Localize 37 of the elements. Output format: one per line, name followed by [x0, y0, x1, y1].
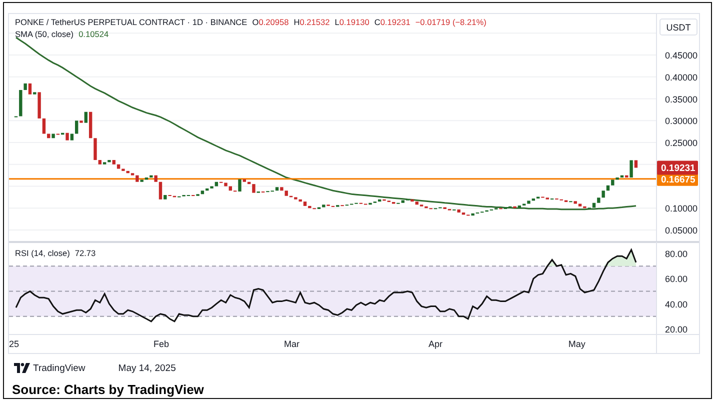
ohlc-value: 0.20958: [258, 17, 289, 27]
axis-label: 0.30000: [665, 116, 698, 126]
axis-label: 0.35000: [665, 94, 698, 104]
axis-label: Feb: [154, 339, 169, 349]
axis-label: 0.40000: [665, 72, 698, 82]
symbol-title: PONKE / TetherUS PERPETUAL CONTRACT · 1D · BINANCE: [15, 17, 248, 27]
axis-label: Mar: [284, 339, 300, 349]
ohlc-label: L: [334, 17, 340, 27]
snapshot-date: May 14, 2025: [118, 362, 176, 374]
brand-name: TradingView: [33, 362, 86, 374]
indicator-title: SMA (50, close): [15, 29, 74, 39]
ohlc-label: C: [374, 17, 380, 27]
source-caption: Source: Charts by TradingView: [11, 381, 205, 397]
ohlc-value: 0.19130: [339, 17, 370, 27]
price-change: −0.01719 (−8.21%): [415, 17, 486, 27]
currency-button[interactable]: USDT: [660, 18, 698, 36]
axis-label: 0.25000: [665, 138, 698, 148]
axis-label: 0.45000: [665, 50, 698, 60]
axis-label: 25: [9, 339, 20, 349]
axis-label: 60.00: [665, 274, 688, 284]
logo-icon: [14, 363, 30, 373]
ohlc-value: 0.19231: [380, 17, 410, 27]
ohlc-label: O: [252, 17, 259, 27]
indicator-value: 0.10524: [78, 29, 109, 39]
ohlc-label: H: [294, 17, 300, 27]
price-label: 0.19231: [657, 160, 698, 175]
ref-line-label: 0.16675: [661, 174, 696, 186]
axis-label: 40.00: [665, 299, 688, 310]
axis-label: 80.00: [665, 249, 688, 260]
axis-label: 0.05000: [665, 226, 698, 236]
axis-label: 20.00: [665, 324, 688, 334]
axis-label: May: [568, 339, 586, 349]
ohlc-value: 0.21532: [300, 17, 330, 27]
indicator-title: RSI (14, close): [15, 248, 70, 258]
axis-label: 0.10000: [665, 204, 698, 214]
axis-label: Apr: [428, 339, 443, 349]
indicator-value: 72.73: [74, 248, 96, 258]
